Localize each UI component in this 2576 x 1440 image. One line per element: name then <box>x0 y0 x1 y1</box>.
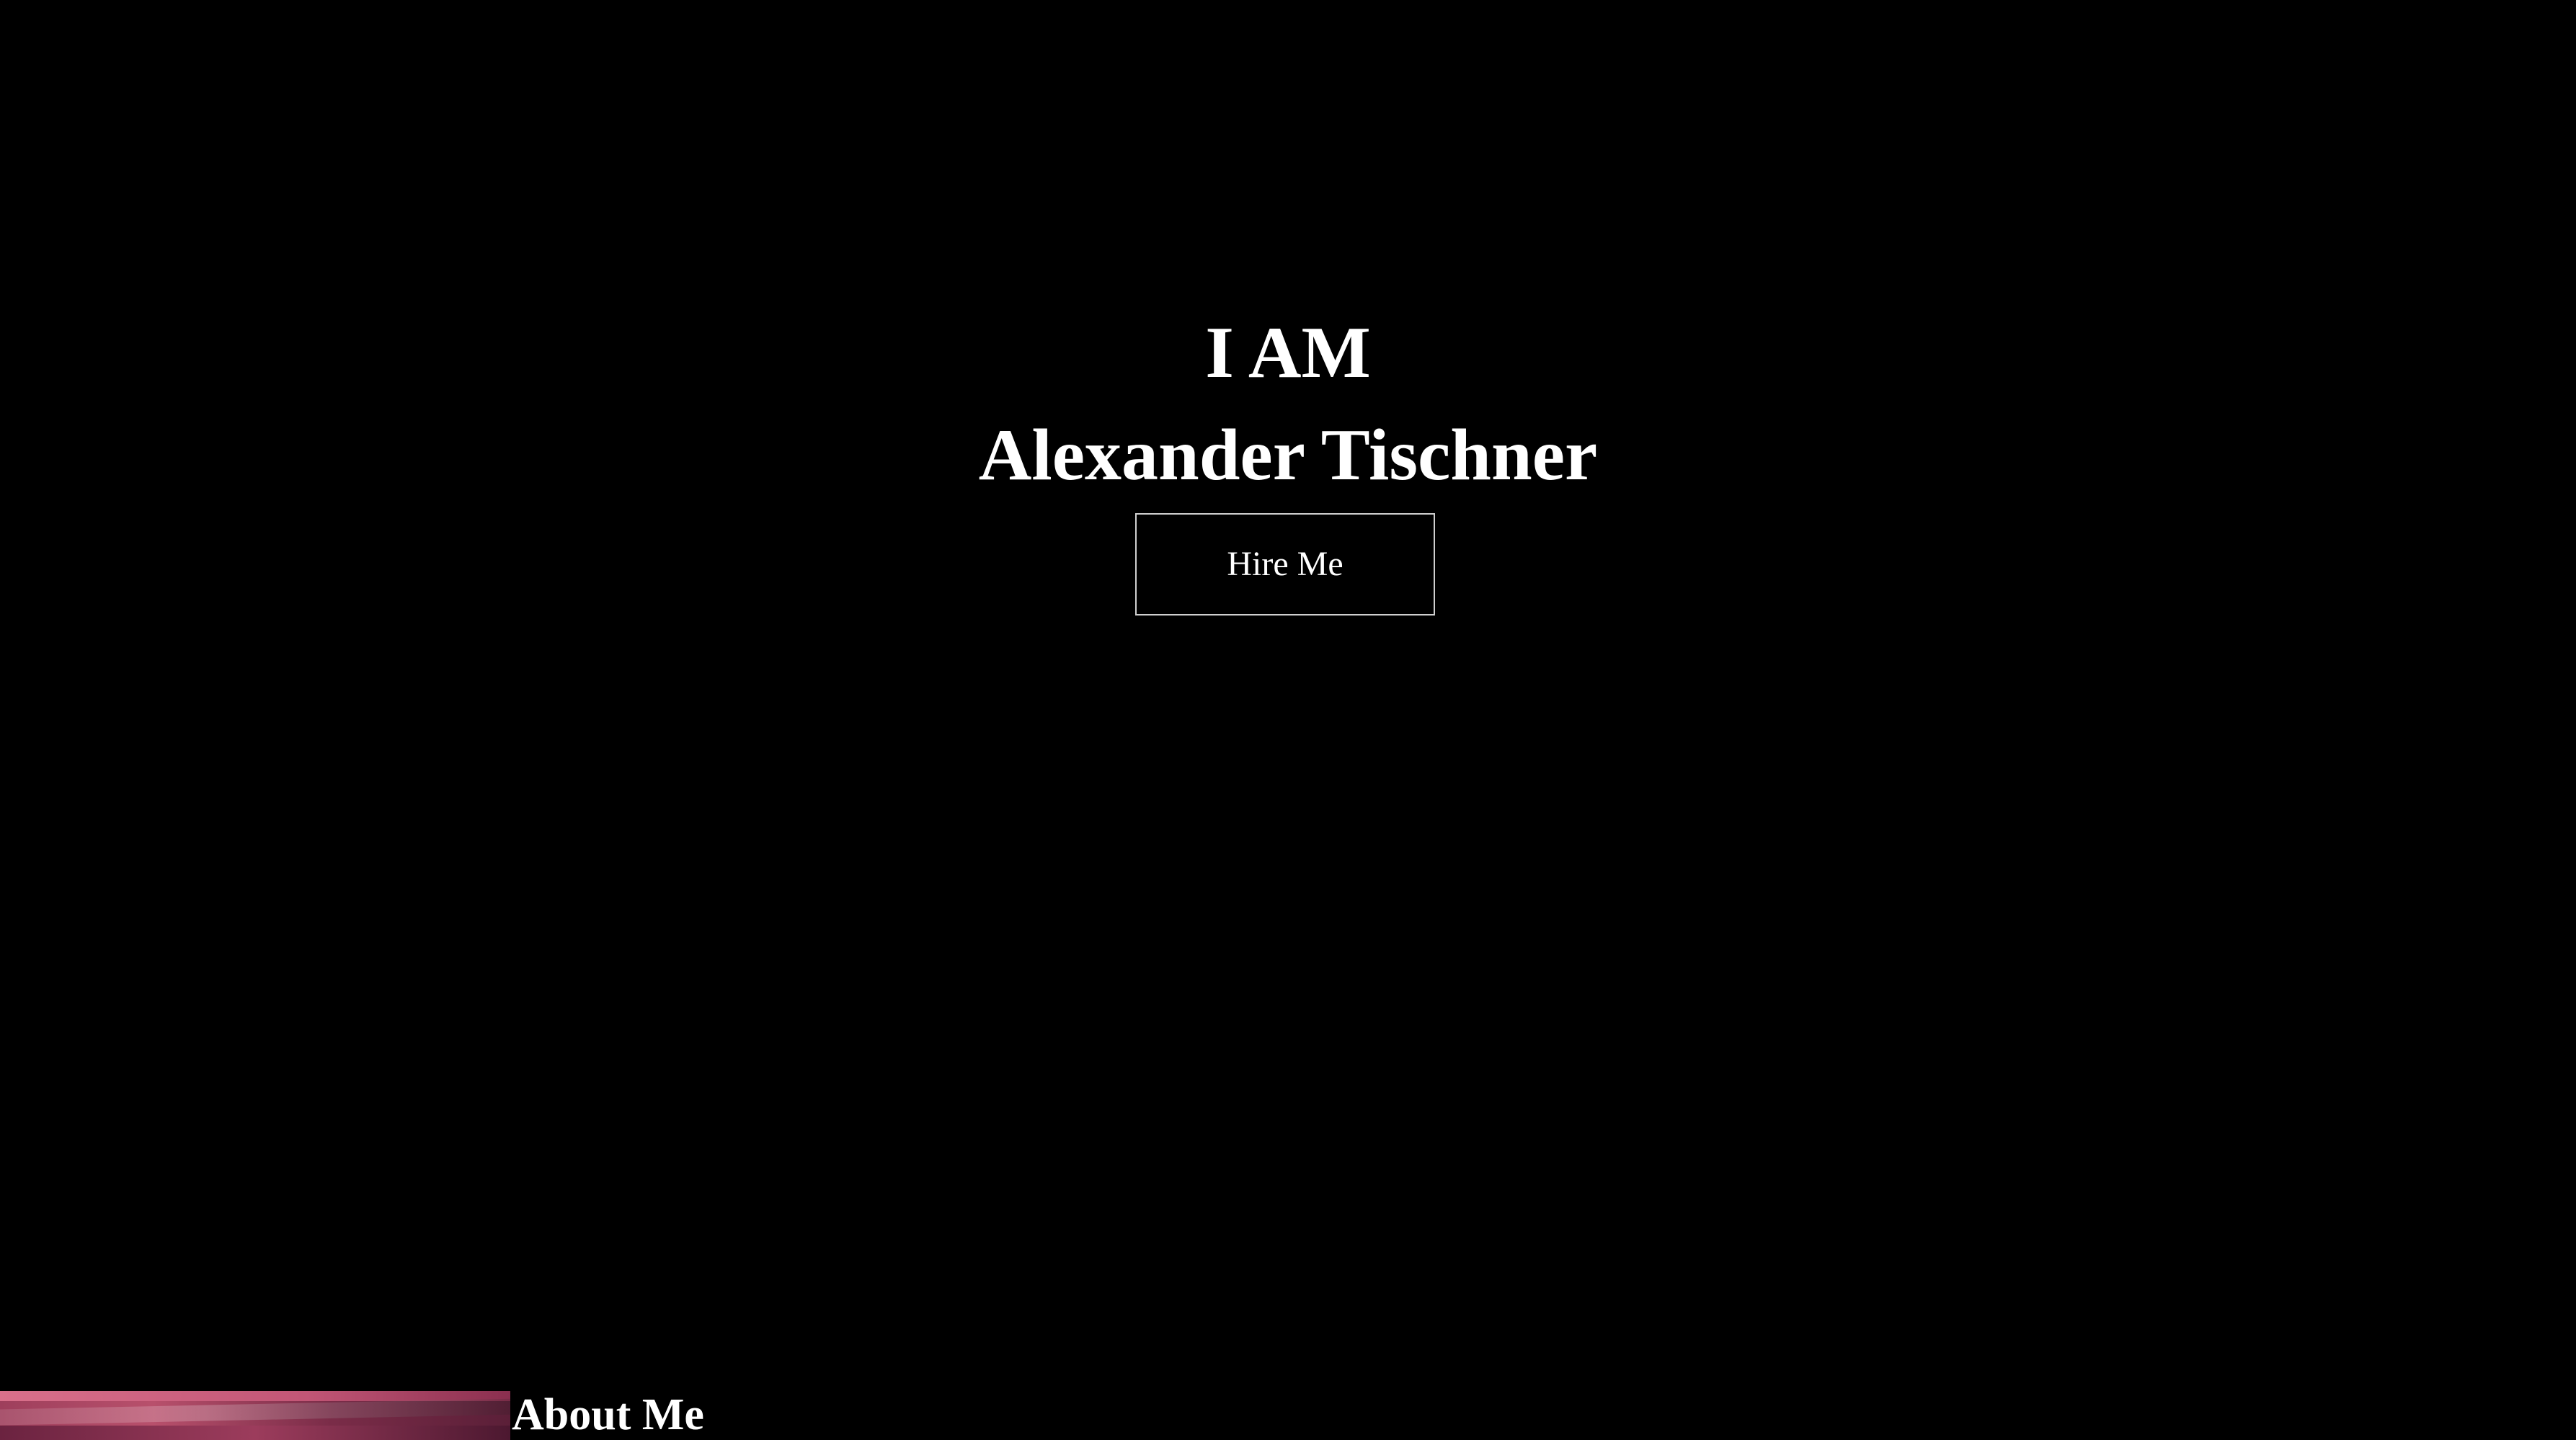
about-image-stripe <box>0 1398 510 1426</box>
hire-me-button[interactable]: Hire Me <box>1135 513 1435 615</box>
hero-name-heading: Alexander Tischner <box>978 414 1598 496</box>
hero-intro-heading: I AM <box>1205 312 1371 394</box>
about-image <box>0 1391 510 1440</box>
about-image-stripe <box>0 1426 510 1440</box>
about-me-heading: About Me <box>512 1390 704 1439</box>
about-image-stripe <box>0 1391 510 1401</box>
